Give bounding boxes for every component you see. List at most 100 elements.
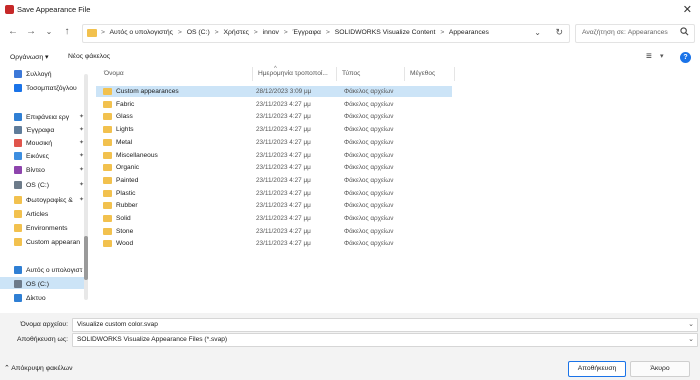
file-date: 23/11/2023 4:27 μμ [256,227,311,235]
folder-icon [103,202,112,210]
column-divider[interactable] [252,67,253,81]
file-date: 23/11/2023 4:27 μμ [256,189,311,197]
folder-icon [103,240,112,248]
sidebar-item-label: Μουσική [26,139,53,147]
scrollbar-thumb[interactable] [84,236,88,280]
breadcrumb-visualize-content[interactable]: SOLIDWORKS Visualize Content [335,29,436,36]
file-row[interactable]: Custom appearances 28/12/2023 3:09 μμ Φάκε… [96,86,452,97]
file-row[interactable]: Wood 23/11/2023 4:27 μμ Φάκελος αρχείων [96,238,452,249]
sidebar-item[interactable]: Δίκτυο [14,294,84,306]
file-type: Φάκελος αρχείων [344,88,394,95]
file-date: 23/11/2023 4:27 μμ [256,113,311,121]
breadcrumb-innov[interactable]: innov [263,29,279,36]
back-arrow-icon[interactable]: ← [6,25,20,39]
file-row[interactable]: Plastic 23/11/2023 4:27 μμ Φάκελος αρχείων [96,188,452,199]
chevron-down-icon[interactable]: ⌄ [534,28,541,37]
sidebar-item[interactable]: Custom appearan [14,238,84,250]
breadcrumb-users[interactable]: Χρήστες [224,29,249,36]
column-size-header[interactable]: Μέγεθος [410,70,435,77]
filename-input[interactable]: Visualize custom color.svap ⌄ [72,318,698,332]
column-divider[interactable] [404,67,405,81]
organize-button[interactable]: Οργάνωση ▾ [10,53,48,61]
file-row[interactable]: Glass 23/11/2023 4:27 μμ Φάκελος αρχείων [96,111,452,122]
chevron-down-icon[interactable]: ⌄ [688,335,694,343]
sidebar-item-label: Environments [26,224,68,232]
breadcrumb-separator: > [177,29,182,36]
help-icon[interactable]: ? [680,52,691,63]
file-row[interactable]: Solid 23/11/2023 4:27 μμ Φάκελος αρχείων [96,213,452,224]
file-row[interactable]: Stone 23/11/2023 4:27 μμ Φάκελος αρχείων [96,226,452,237]
file-row[interactable]: Metal 23/11/2023 4:27 μμ Φάκελος αρχείων [96,137,452,148]
navigation-scrollbar[interactable] [84,74,88,300]
file-date: 23/11/2023 4:27 μμ [256,100,311,108]
folder-icon [14,224,22,232]
refresh-icon[interactable]: ↻ [555,27,563,38]
computer-icon [14,266,22,274]
sidebar-item[interactable]: OS (C:) ✦ [14,181,84,193]
column-date-header[interactable]: Ημερομηνία τροποποί... [258,70,328,77]
file-name: Stone [116,227,134,235]
recent-locations-icon[interactable]: ⌄ [42,25,56,39]
filename-value: Visualize custom color.svap [77,321,158,328]
file-name: Custom appearances [116,88,179,95]
sidebar-item[interactable]: Βίντεο ✦ [14,166,84,178]
sidebar-item-label: Articles [26,210,49,218]
breadcrumb-separator: > [283,29,288,36]
sidebar-item-label: Συλλογή [26,70,52,78]
breadcrumb-appearances[interactable]: Appearances [449,29,489,36]
new-folder-button[interactable]: Νέος φάκελος [68,53,110,60]
folder-icon [103,227,112,235]
cancel-button[interactable]: Άκυρο [630,361,690,377]
savetype-label: Αποθήκευση ως: [17,336,68,343]
breadcrumb-os-c[interactable]: OS (C:) [187,29,210,36]
sidebar-item[interactable]: OS (C:) [14,280,84,292]
sidebar-item[interactable]: Articles [14,210,84,222]
close-icon[interactable]: ✕ [683,3,692,16]
sidebar-item-label: Τοσομπατζόγλου [26,84,77,92]
file-name: Plastic [116,189,136,197]
search-input[interactable]: Αναζήτηση σε: Appearances [575,24,695,43]
file-date: 23/11/2023 4:27 μμ [256,215,311,222]
sidebar-item[interactable]: Επιφάνεια εργ ✦ [14,113,84,125]
chevron-down-icon[interactable]: ⌄ [688,320,694,328]
savetype-value: SOLIDWORKS Visualize Appearance Files (*… [77,336,228,343]
folder-icon [103,164,112,172]
command-bar: Οργάνωση ▾ Νέος φάκελος ≡ ▾ ? [0,49,700,67]
column-divider[interactable] [454,67,455,81]
file-name: Glass [116,113,133,121]
savetype-select[interactable]: SOLIDWORKS Visualize Appearance Files (*… [72,333,698,347]
save-button[interactable]: Αποθήκευση [568,361,626,377]
file-name: Fabric [116,100,135,108]
sidebar-item[interactable]: Φωτογραφίες & ✦ [14,196,84,208]
view-options-icon[interactable]: ≡ [646,51,652,62]
hide-folders-button[interactable]: ⌃ Απόκρυψη φακέλων [4,364,72,372]
column-type-header[interactable]: Τύπος [342,70,360,77]
file-row[interactable]: Fabric 23/11/2023 4:27 μμ Φάκελος αρχείων [96,99,452,110]
up-arrow-icon[interactable]: ↑ [60,25,74,39]
sidebar-item[interactable]: Τοσομπατζόγλου [14,84,84,96]
sidebar-item[interactable]: Environments [14,224,84,236]
column-name-header[interactable]: Όνομα [104,70,124,77]
view-dropdown-icon[interactable]: ▾ [660,52,664,60]
forward-arrow-icon[interactable]: → [24,25,38,39]
file-type: Φάκελος αρχείων [344,164,394,172]
breadcrumb-this-pc[interactable]: Αυτός ο υπολογιστής [110,29,173,36]
sidebar-item[interactable]: Έγγραφα ✦ [14,126,84,138]
breadcrumb-separator: > [214,29,219,36]
file-row[interactable]: Painted 23/11/2023 4:27 μμ Φάκελος αρχείων [96,175,452,186]
breadcrumb[interactable]: > Αυτός ο υπολογιστής > OS (C:) > Χρήστε… [101,29,492,36]
sidebar-item[interactable]: Μουσική ✦ [14,139,84,151]
column-divider[interactable] [336,67,337,81]
breadcrumb-documents[interactable]: Έγγραφα [293,29,321,36]
sidebar-item[interactable]: Συλλογή [14,70,84,82]
file-row[interactable]: Miscellaneous 23/11/2023 4:27 μμ Φάκελος α… [96,150,452,161]
address-bar[interactable]: > Αυτός ο υπολογιστής > OS (C:) > Χρήστε… [82,24,570,43]
file-row[interactable]: Rubber 23/11/2023 4:27 μμ Φάκελος αρχείων [96,200,452,211]
file-type: Φάκελος αρχείων [344,202,394,210]
sidebar-item[interactable]: Αυτός ο υπολογιστ [14,266,84,278]
sidebar-item[interactable]: Εικόνες ✦ [14,152,84,164]
file-date: 23/11/2023 4:27 μμ [256,164,311,172]
file-row[interactable]: Lights 23/11/2023 4:27 μμ Φάκελος αρχείων [96,124,452,135]
sidebar-item-label: Custom appearan [26,238,81,246]
file-row[interactable]: Organic 23/11/2023 4:27 μμ Φάκελος αρχείων [96,162,452,173]
